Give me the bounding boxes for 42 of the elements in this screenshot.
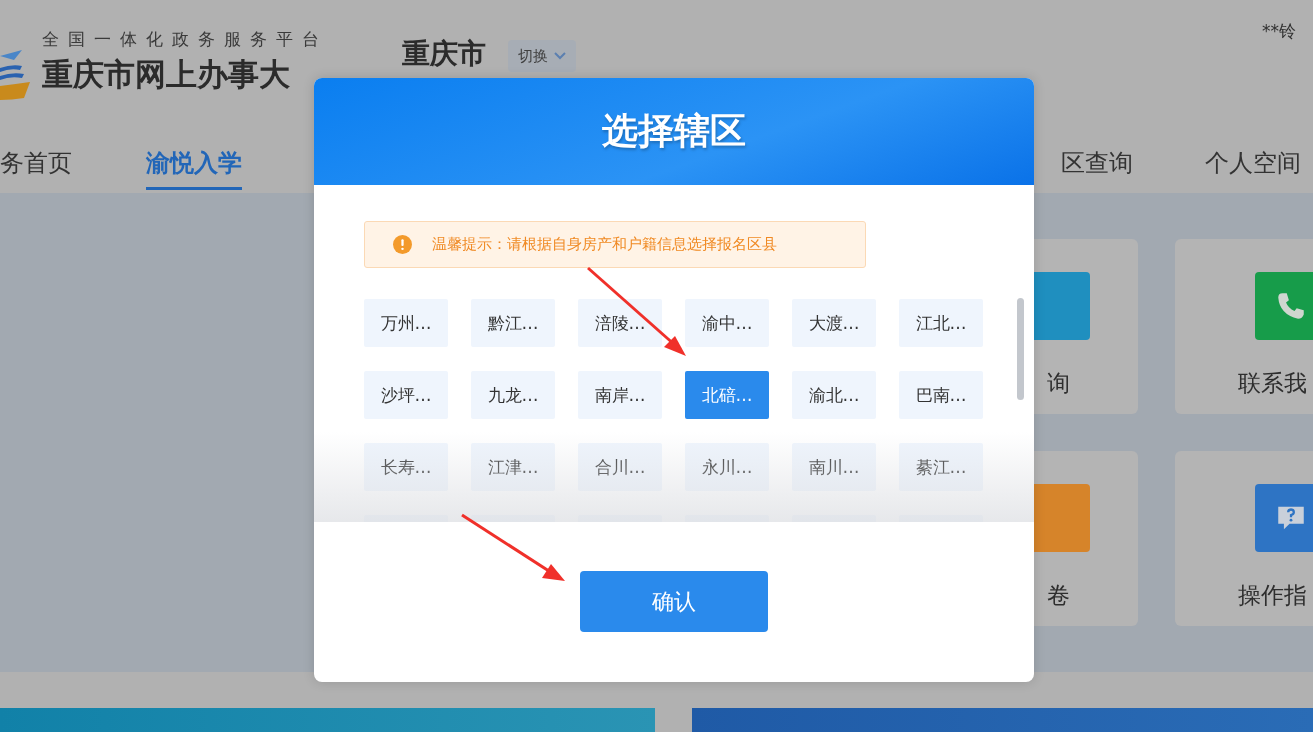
platform-name: 全国一体化政务服务平台 <box>42 28 328 50</box>
district-option[interactable]: 沙坪… <box>364 371 448 419</box>
card-label: 操作指 <box>1238 580 1307 610</box>
city-name: 重庆市 <box>402 36 486 72</box>
district-option[interactable]: 渝中… <box>685 299 769 347</box>
nav-tab[interactable]: 务首页 <box>0 142 72 190</box>
district-option[interactable]: 永川… <box>685 443 769 491</box>
site-title: 重庆市网上办事大 <box>42 55 291 94</box>
district-option[interactable]: 涪陵… <box>578 299 662 347</box>
card-label: 联系我 <box>1238 368 1307 398</box>
district-option[interactable]: 南岸… <box>578 371 662 419</box>
nav-tab[interactable]: 个人空间 <box>1205 142 1301 190</box>
card-label: 卷 <box>1047 580 1070 610</box>
phone-icon <box>1255 271 1313 340</box>
card-label: 询 <box>1047 368 1070 398</box>
chevron-down-icon <box>554 52 566 60</box>
district-option[interactable]: 北碚… <box>685 371 769 419</box>
district-option[interactable]: 合川… <box>578 443 662 491</box>
nav-tab[interactable]: 区查询 <box>1061 142 1133 190</box>
district-option[interactable]: 黔江… <box>471 299 555 347</box>
district-option[interactable]: 巴南… <box>899 371 983 419</box>
scrollbar-thumb[interactable] <box>1017 298 1024 400</box>
district-option[interactable]: 万州… <box>364 299 448 347</box>
district-option[interactable]: 九龙… <box>471 371 555 419</box>
district-option[interactable]: 南川… <box>792 443 876 491</box>
warning-icon <box>393 235 412 254</box>
question-bubble-icon <box>1255 483 1313 552</box>
district-option[interactable]: 江北… <box>899 299 983 347</box>
district-option[interactable]: 大渡… <box>792 299 876 347</box>
banner[interactable] <box>0 708 655 732</box>
banner[interactable] <box>692 708 1313 732</box>
service-card[interactable]: 操作指 <box>1175 450 1313 626</box>
service-card[interactable]: 联系我 <box>1175 238 1313 414</box>
user-name[interactable]: **铃 <box>1262 20 1296 43</box>
district-option[interactable]: 綦江… <box>899 443 983 491</box>
confirm-button[interactable]: 确认 <box>580 571 768 632</box>
district-option[interactable]: 长寿… <box>364 443 448 491</box>
district-option[interactable]: 江津… <box>471 443 555 491</box>
notice-text: 温馨提示：请根据自身房产和户籍信息选择报名区县 <box>432 235 777 254</box>
dialog-title: 选择辖区 <box>602 109 746 153</box>
switch-city-button[interactable]: 切换 <box>508 40 576 72</box>
district-option[interactable]: 渝北… <box>792 371 876 419</box>
